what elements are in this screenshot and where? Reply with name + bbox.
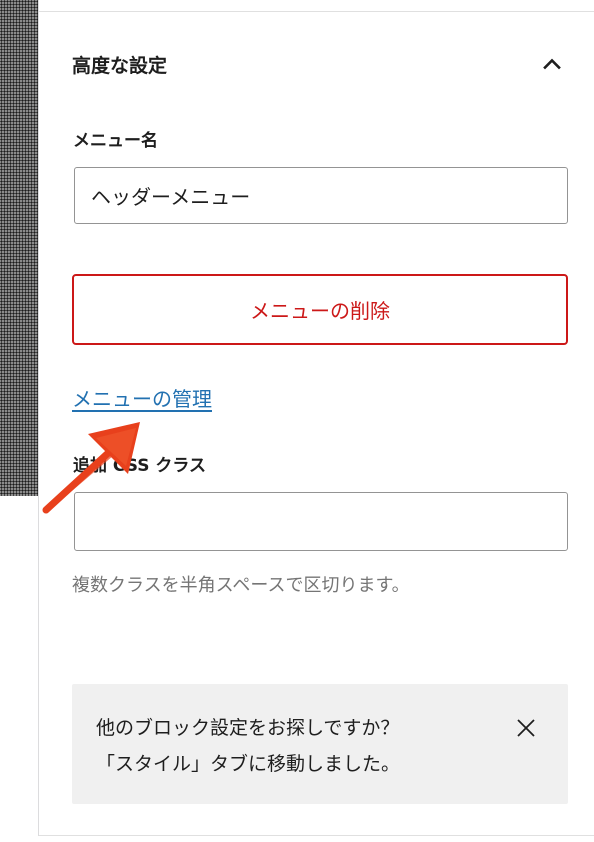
advanced-panel-toggle[interactable]: 高度な設定 [72, 44, 566, 84]
delete-menu-button[interactable]: メニューの削除 [72, 274, 568, 345]
close-icon[interactable] [512, 714, 540, 742]
block-settings-panel: 高度な設定 メニュー名 メニューの削除 メニューの管理 追加 CSS クラス 複… [0, 0, 594, 842]
panel-title: 高度な設定 [72, 54, 168, 77]
manage-menus-link[interactable]: メニューの管理 [72, 383, 212, 412]
menu-name-input[interactable] [74, 167, 568, 224]
css-class-help-text: 複数クラスを半角スペースで区切ります。 [72, 575, 410, 596]
panel-bottom-border [39, 835, 594, 836]
panel-top-border [39, 11, 594, 12]
chevron-up-icon[interactable] [538, 50, 566, 78]
menu-name-label: メニュー名 [73, 131, 158, 151]
canvas-dimmed-area [0, 0, 38, 496]
style-tab-notice: 他のブロック設定をお探しですか？ 「スタイル」タブに移動しました。 [72, 684, 568, 804]
notice-line-1: 他のブロック設定をお探しですか？ [96, 717, 400, 739]
css-class-label: 追加 CSS クラス [73, 456, 207, 476]
sidebar-divider [38, 0, 39, 836]
css-class-input[interactable] [74, 492, 568, 551]
notice-line-2: 「スタイル」タブに移動しました。 [96, 753, 401, 775]
